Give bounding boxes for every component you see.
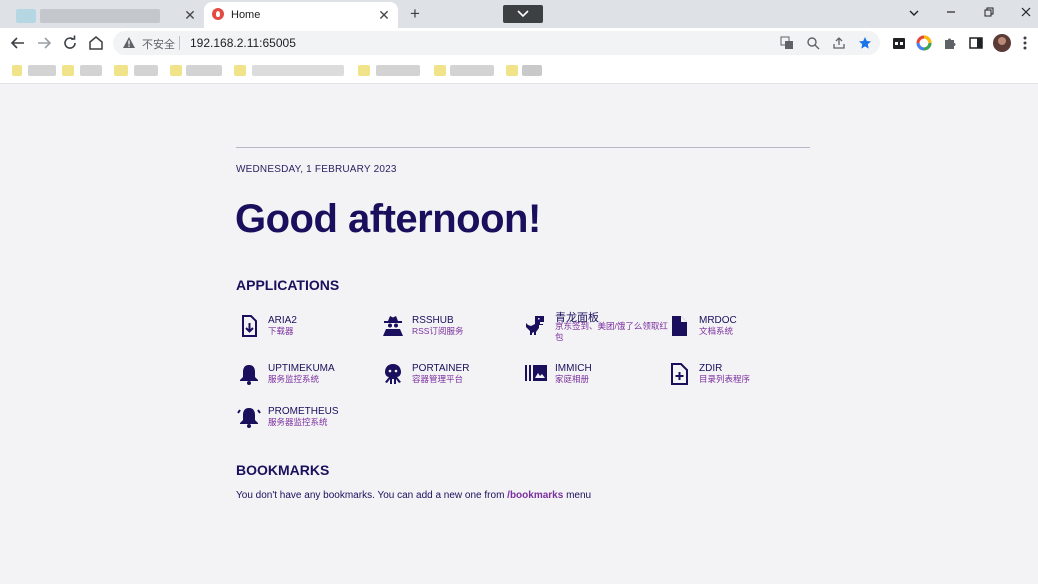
back-arrow-icon[interactable] [9, 34, 27, 52]
tab-strip: ✕ Home ✕ + [0, 0, 1038, 28]
bookmarks-bar [0, 58, 1038, 84]
reload-icon[interactable] [61, 34, 79, 52]
translate-icon[interactable] [780, 36, 794, 50]
app-zdir[interactable]: ZDIR 目录列表程序 [667, 362, 807, 396]
blurred-bookmark[interactable] [114, 65, 128, 76]
app-name: PROMETHEUS [268, 406, 339, 417]
app-name: ARIA2 [268, 315, 297, 326]
app-qinglong[interactable]: 青龙面板 京东签到、美团/饿了么领取红包 [523, 308, 673, 342]
extension-color-wheel-icon[interactable] [916, 35, 932, 51]
side-panel-icon[interactable] [968, 35, 984, 51]
current-date: WEDNESDAY, 1 FEBRUARY 2023 [236, 164, 397, 175]
blurred-bookmark[interactable] [12, 65, 22, 76]
user-secret-icon [383, 316, 403, 336]
minimize-icon[interactable] [943, 6, 959, 22]
app-description: 服务器监控系统 [268, 417, 328, 427]
app-name: ZDIR [699, 363, 723, 374]
app-uptimekuma[interactable]: UPTIMEKUMA 服务监控系统 [236, 362, 376, 396]
restore-icon[interactable] [981, 6, 997, 22]
blurred-bookmark[interactable] [134, 65, 158, 76]
photo-library-icon [525, 365, 547, 381]
app-description: 文档系统 [699, 326, 734, 336]
download-file-icon [242, 315, 257, 337]
blurred-tab-title [40, 9, 160, 23]
app-name: IMMICH [555, 363, 592, 374]
warning-triangle-icon[interactable] [122, 36, 136, 49]
blurred-bookmark[interactable] [434, 65, 446, 76]
profile-avatar[interactable] [993, 34, 1011, 52]
app-name: PORTAINER [412, 363, 470, 374]
blurred-bookmark[interactable] [234, 65, 246, 76]
blurred-favicon [16, 9, 36, 23]
close-tab-icon[interactable]: ✕ [376, 7, 392, 23]
browser-toolbar: 不安全 192.168.2.11:65005 [0, 28, 1038, 58]
home-favicon-icon [212, 8, 224, 20]
more-menu-icon[interactable] [1022, 35, 1030, 51]
share-icon[interactable] [832, 36, 846, 50]
blurred-bookmark[interactable] [358, 65, 370, 76]
address-bar[interactable]: 不安全 192.168.2.11:65005 [113, 31, 880, 55]
bookmarks-message-text: You don't have any bookmarks. You can ad… [236, 490, 508, 501]
tab-home[interactable]: Home ✕ [204, 2, 398, 28]
blurred-bookmark[interactable] [450, 65, 494, 76]
url-text[interactable]: 192.168.2.11:65005 [190, 36, 296, 50]
new-tab-button[interactable]: + [405, 5, 425, 23]
app-description: 服务监控系统 [268, 374, 320, 384]
close-tab-icon[interactable]: ✕ [182, 7, 198, 23]
app-portainer[interactable]: PORTAINER 容器管理平台 [380, 362, 520, 396]
blurred-bookmark[interactable] [252, 65, 344, 76]
blurred-bookmark[interactable] [186, 65, 222, 76]
bell-icon [240, 365, 258, 385]
blurred-bookmark[interactable] [80, 65, 102, 76]
blurred-bookmark[interactable] [170, 65, 182, 76]
header-divider [236, 147, 810, 148]
close-window-icon[interactable] [1018, 6, 1034, 22]
omnibox-separator [179, 36, 180, 50]
chevron-down-icon [517, 10, 529, 18]
not-secure-label[interactable]: 不安全 [142, 36, 175, 52]
bell-ringing-icon [237, 408, 261, 428]
bookmark-star-icon[interactable] [858, 36, 872, 50]
blurred-bookmark[interactable] [62, 65, 74, 76]
file-plus-icon [671, 363, 688, 385]
app-description: 下载器 [268, 326, 294, 336]
app-aria2[interactable]: ARIA2 下载器 [236, 314, 376, 348]
app-rsshub[interactable]: RSSHUB RSS订阅服务 [380, 314, 520, 348]
octopus-icon [385, 364, 401, 384]
home-icon[interactable] [87, 34, 105, 52]
bookmarks-message-suffix: menu [563, 490, 592, 501]
greeting-heading: Good afternoon! [235, 197, 541, 241]
applications-heading: APPLICATIONS [236, 277, 340, 293]
extension-calendar-icon[interactable] [891, 35, 907, 51]
bookmarks-empty-message: You don't have any bookmarks. You can ad… [236, 490, 591, 501]
blurred-bookmark[interactable] [522, 65, 542, 76]
zoom-icon[interactable] [806, 36, 820, 50]
app-description: 京东签到、美团/饿了么领取红包 [555, 321, 668, 342]
document-icon [672, 316, 687, 336]
extensions-puzzle-icon[interactable] [942, 35, 958, 51]
forward-arrow-icon[interactable] [35, 34, 53, 52]
app-immich[interactable]: IMMICH 家庭相册 [523, 362, 663, 396]
blurred-bookmark[interactable] [28, 65, 56, 76]
app-name: UPTIMEKUMA [268, 363, 335, 374]
app-name: RSSHUB [412, 315, 454, 326]
app-description: RSS订阅服务 [412, 326, 464, 336]
app-name: MRDOC [699, 315, 737, 326]
blurred-bookmark[interactable] [376, 65, 420, 76]
app-prometheus[interactable]: PROMETHEUS 服务器监控系统 [236, 405, 376, 439]
tab-title: Home [231, 9, 261, 21]
app-description: 容器管理平台 [412, 374, 464, 384]
bookmarks-heading: BOOKMARKS [236, 462, 330, 478]
tab-search-button[interactable] [503, 5, 543, 23]
app-mrdoc[interactable]: MRDOC 文档系统 [667, 314, 807, 348]
app-description: 家庭相册 [555, 374, 590, 384]
dinosaur-icon [526, 316, 544, 335]
blurred-bookmark[interactable] [506, 65, 518, 76]
tab-list-chevron-icon[interactable] [906, 6, 922, 22]
tab-inactive-blurred[interactable]: ✕ [8, 3, 202, 28]
bookmarks-link[interactable]: /bookmarks [507, 490, 563, 501]
app-description: 目录列表程序 [699, 374, 751, 384]
